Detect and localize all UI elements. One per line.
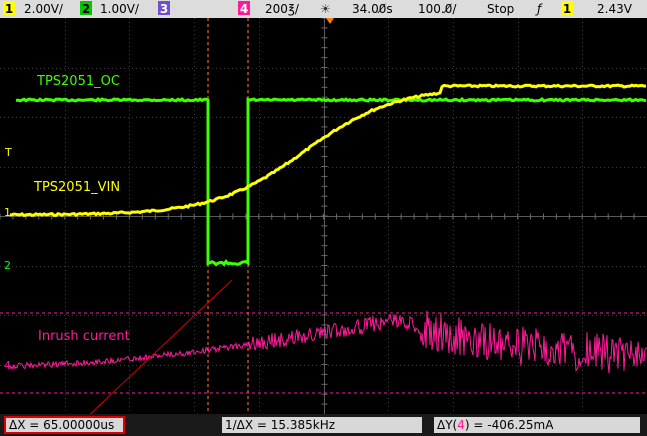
- trigger-level-marker[interactable]: T: [5, 146, 12, 159]
- trigger-level: 2.43V: [597, 2, 632, 16]
- delta-x-readout[interactable]: ΔX = 65.00000us: [4, 416, 125, 434]
- delta-y-value: ) = -406.25mA: [464, 418, 554, 432]
- delay-readout: 34.00̸s: [352, 2, 393, 16]
- timebase-readout: 200℥/: [265, 2, 299, 16]
- zoom-readout: 100.0̸/: [418, 2, 457, 16]
- ch1-ground-marker[interactable]: 1: [4, 206, 11, 219]
- trigger-sun-icon: ☀: [320, 2, 331, 16]
- ch3-badge[interactable]: 3: [158, 1, 170, 16]
- measurement-bar: ΔX = 65.00000us 1/ΔX = 15.385kHz ΔY(4) =…: [0, 414, 647, 436]
- waveform-display[interactable]: T 1 2 4 TPS2051_OC TPS2051_VIN Inrush cu…: [0, 17, 647, 424]
- vin-trace-label: TPS2051_VIN: [34, 180, 121, 195]
- delta-y-prefix: ΔY(: [437, 418, 458, 432]
- inrush-trace-label: Inrush current: [38, 329, 130, 344]
- ch2-badge[interactable]: 2: [80, 1, 92, 16]
- status-bar: 1 2.00V/ 2 1.00V/ 3 4 200℥/ ☀ 34.00̸s 10…: [0, 0, 647, 18]
- oc-trace-label: TPS2051_OC: [37, 74, 120, 89]
- ch2-ground-marker[interactable]: 2: [4, 259, 11, 272]
- ch4-badge[interactable]: 4: [238, 1, 250, 16]
- ch4-ground-marker[interactable]: 4: [4, 359, 11, 372]
- delta-y-channel: 4: [457, 418, 465, 432]
- delta-y-readout[interactable]: ΔY(4) = -406.25mA: [434, 417, 640, 433]
- trigger-slope-icon: ƒ: [537, 2, 542, 16]
- ch1-scale: 2.00V/: [24, 2, 63, 16]
- trigger-position-marker: [326, 18, 334, 24]
- annotation-arrow-line: [83, 279, 233, 421]
- run-state: Stop: [487, 2, 515, 16]
- inverse-delta-x-readout[interactable]: 1/ΔX = 15.385kHz: [222, 417, 422, 433]
- ch2-scale: 1.00V/: [100, 2, 139, 16]
- trigger-channel-badge[interactable]: 1: [561, 1, 573, 16]
- ch1-vin-waveform: [9, 83, 647, 218]
- ch1-badge[interactable]: 1: [3, 1, 15, 16]
